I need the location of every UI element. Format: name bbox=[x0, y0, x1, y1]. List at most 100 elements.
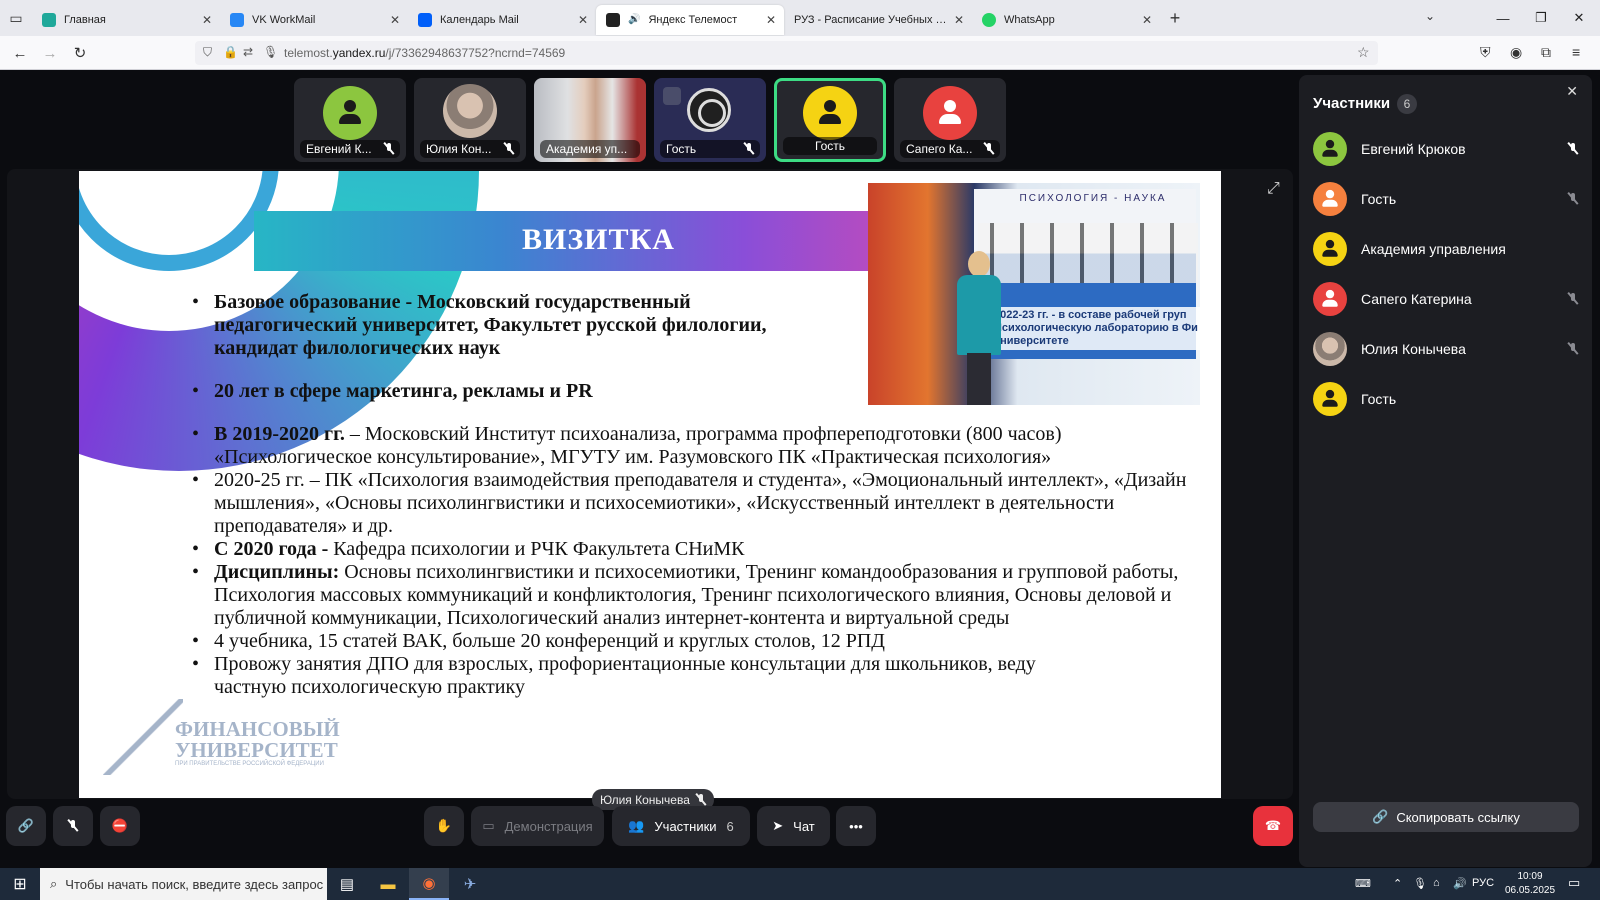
tab-glavnaya[interactable]: Главная ✕ bbox=[32, 5, 220, 35]
mic-off-icon bbox=[744, 143, 754, 155]
participant-tile-speaking[interactable]: Гость bbox=[774, 78, 886, 162]
reload-icon[interactable]: ↻ bbox=[70, 43, 90, 63]
search-placeholder: Чтобы начать поиск, введите здесь запрос bbox=[65, 876, 324, 892]
participant-tile[interactable]: Юлия Кон... bbox=[414, 78, 526, 162]
tab-whatsapp[interactable]: WhatsApp ✕ bbox=[972, 5, 1160, 35]
participant-tile[interactable]: Академия уп... bbox=[534, 78, 646, 162]
clock-time: 10:09 bbox=[1517, 871, 1543, 882]
participant-row[interactable]: Сапего Катерина bbox=[1313, 282, 1578, 316]
tab-ruz[interactable]: РУЗ - Расписание Учебных Заняти ✕ bbox=[784, 5, 972, 35]
keyboard-icon[interactable]: ⌨ bbox=[1355, 877, 1371, 890]
mic-toggle-button[interactable] bbox=[53, 806, 93, 846]
participant-tile[interactable]: Сапего Ка... bbox=[894, 78, 1006, 162]
file-explorer-icon[interactable]: ▬ bbox=[368, 868, 408, 900]
obs-logo-avatar bbox=[687, 88, 731, 132]
participant-row[interactable]: Юлия Конычева bbox=[1313, 332, 1578, 366]
close-tab-icon[interactable]: ✕ bbox=[954, 13, 964, 27]
chevron-down-icon[interactable]: ⌄ bbox=[1425, 9, 1435, 23]
speaker-icon[interactable]: 🔊 bbox=[628, 14, 640, 25]
tab-yandex-telemost[interactable]: 🔊 Яндекс Телемост ✕ bbox=[596, 4, 784, 35]
close-panel-icon[interactable]: ✕ bbox=[1566, 83, 1578, 100]
tab-vk-workmail[interactable]: VK WorkMail ✕ bbox=[220, 5, 408, 35]
demo-label: Демонстрация bbox=[504, 818, 593, 834]
participants-button[interactable]: 👥 Участники 6 bbox=[612, 806, 750, 846]
camera-toggle-button[interactable]: ⛔ bbox=[100, 806, 140, 846]
chat-button[interactable]: ➤ Чат bbox=[757, 806, 830, 846]
lock-icon[interactable]: 🔒 bbox=[223, 45, 238, 59]
shield-icon[interactable]: ⛉ bbox=[203, 45, 212, 60]
new-tab-icon[interactable]: + bbox=[1160, 8, 1190, 29]
taskbar-search[interactable]: ⌕ Чтобы начать поиск, введите здесь запр… bbox=[40, 868, 327, 900]
participants-count: 6 bbox=[726, 818, 734, 834]
address-bar[interactable]: ⛉ 🔒 ⇄ 🎙 telemost.yandex.ru/j/73362948637… bbox=[195, 41, 1378, 65]
network-icon[interactable]: ⌂ bbox=[1433, 877, 1440, 889]
mic-tray-icon[interactable]: 🎙 bbox=[1413, 877, 1427, 890]
microphone-icon[interactable]: 🎙 bbox=[263, 45, 278, 59]
people-icon: 👥 bbox=[628, 818, 645, 833]
pocket-icon[interactable]: ⛨ bbox=[1480, 44, 1491, 61]
participant-row[interactable]: Академия управления bbox=[1313, 232, 1578, 266]
restore-icon[interactable]: ❐ bbox=[1522, 0, 1560, 36]
demonstration-button[interactable]: ▭ Демонстрация bbox=[471, 806, 604, 846]
photo-header-text: ПСИХОЛОГИЯ - НАУКА bbox=[1019, 193, 1167, 204]
bookmark-star-icon[interactable]: ☆ bbox=[1357, 44, 1370, 61]
bullet-item: В 2019-2020 гг. – Московский Институт пс… bbox=[192, 423, 1202, 469]
close-window-icon[interactable]: ✕ bbox=[1560, 0, 1598, 36]
mic-off-icon bbox=[1568, 193, 1578, 205]
task-view-icon[interactable]: ▤ bbox=[327, 868, 367, 900]
language-indicator[interactable]: РУС bbox=[1472, 877, 1494, 889]
link-icon: 🔗 bbox=[17, 818, 35, 833]
permissions-icon[interactable]: ⇄ bbox=[243, 45, 253, 59]
mic-off-icon bbox=[984, 143, 994, 155]
avatar bbox=[1313, 232, 1347, 266]
copy-link-button[interactable]: 🔗 Скопировать ссылку bbox=[1313, 802, 1579, 832]
menu-icon[interactable]: ≡ bbox=[1572, 44, 1580, 60]
tab-calendar-mail[interactable]: Календарь Mail ✕ bbox=[408, 5, 596, 35]
chat-label: Чат bbox=[793, 818, 815, 834]
app-icon[interactable]: ✈ bbox=[450, 868, 490, 900]
participant-row[interactable]: Гость bbox=[1313, 182, 1578, 216]
participant-name: Сапего Катерина bbox=[1361, 291, 1472, 307]
person-icon bbox=[939, 100, 961, 126]
close-tab-icon[interactable]: ✕ bbox=[1142, 13, 1152, 27]
participant-name: Евгений К... bbox=[306, 142, 372, 156]
close-tab-icon[interactable]: ✕ bbox=[578, 13, 588, 27]
url-text[interactable]: telemost.yandex.ru/j/73362948637752?ncrn… bbox=[284, 46, 565, 60]
chevron-up-icon[interactable]: ⌃ bbox=[1393, 877, 1402, 890]
search-icon: ⌕ bbox=[50, 876, 58, 891]
raise-hand-button[interactable]: ✋ bbox=[424, 806, 464, 846]
close-tab-icon[interactable]: ✕ bbox=[766, 13, 776, 27]
clock[interactable]: 10:09 06.05.2025 bbox=[1500, 870, 1560, 898]
participant-name: Академия управления bbox=[1361, 241, 1506, 257]
university-logo: ФИНАНСОВЫЙ УНИВЕРСИТЕТ ПРИ ПРАВИТЕЛЬСТВЕ … bbox=[103, 699, 340, 775]
account-icon[interactable]: ◉ bbox=[1510, 44, 1522, 61]
minimize-icon[interactable]: — bbox=[1484, 0, 1522, 36]
notifications-icon[interactable]: ▭ bbox=[1568, 875, 1580, 891]
bullet-item: Дисциплины: Основы психолингвистики и пс… bbox=[192, 561, 1202, 630]
person-icon bbox=[1322, 289, 1338, 308]
back-icon[interactable]: ← bbox=[10, 43, 30, 63]
participant-row[interactable]: Гость bbox=[1313, 382, 1578, 416]
participant-row[interactable]: Евгений Крюков bbox=[1313, 132, 1578, 166]
windows-start-icon[interactable]: ⊞ bbox=[0, 868, 40, 900]
hang-up-icon: ☎ bbox=[1264, 818, 1282, 833]
tile-label: Гость bbox=[660, 140, 760, 158]
end-call-button[interactable]: ☎ bbox=[1253, 806, 1293, 846]
close-tab-icon[interactable]: ✕ bbox=[202, 13, 212, 27]
bullet-item: 20 лет в сфере маркетинга, рекламы и PR bbox=[192, 380, 1202, 403]
participant-tile[interactable]: Гость bbox=[654, 78, 766, 162]
close-tab-icon[interactable]: ✕ bbox=[390, 13, 400, 27]
extensions-icon[interactable]: ⧉ bbox=[1541, 44, 1551, 61]
volume-icon[interactable]: 🔊 bbox=[1453, 877, 1467, 890]
fullscreen-icon[interactable]: ⤢ bbox=[1267, 180, 1280, 198]
navigation-bar: ← → ↻ ⛉ 🔒 ⇄ 🎙 telemost.yandex.ru/j/73362… bbox=[0, 36, 1600, 70]
bullet-item: 4 учебника, 15 статей ВАК, больше 20 кон… bbox=[192, 630, 1202, 653]
mic-off-icon bbox=[1568, 143, 1578, 155]
tab-title: WhatsApp bbox=[1004, 13, 1055, 26]
tab-list-icon[interactable]: ▭ bbox=[0, 0, 32, 36]
participant-tile[interactable]: Евгений К... bbox=[294, 78, 406, 162]
link-button[interactable]: 🔗 bbox=[6, 806, 46, 846]
more-button[interactable]: ••• bbox=[836, 806, 876, 846]
firefox-icon[interactable]: ◉ bbox=[409, 868, 449, 900]
forward-icon[interactable]: → bbox=[40, 43, 60, 63]
